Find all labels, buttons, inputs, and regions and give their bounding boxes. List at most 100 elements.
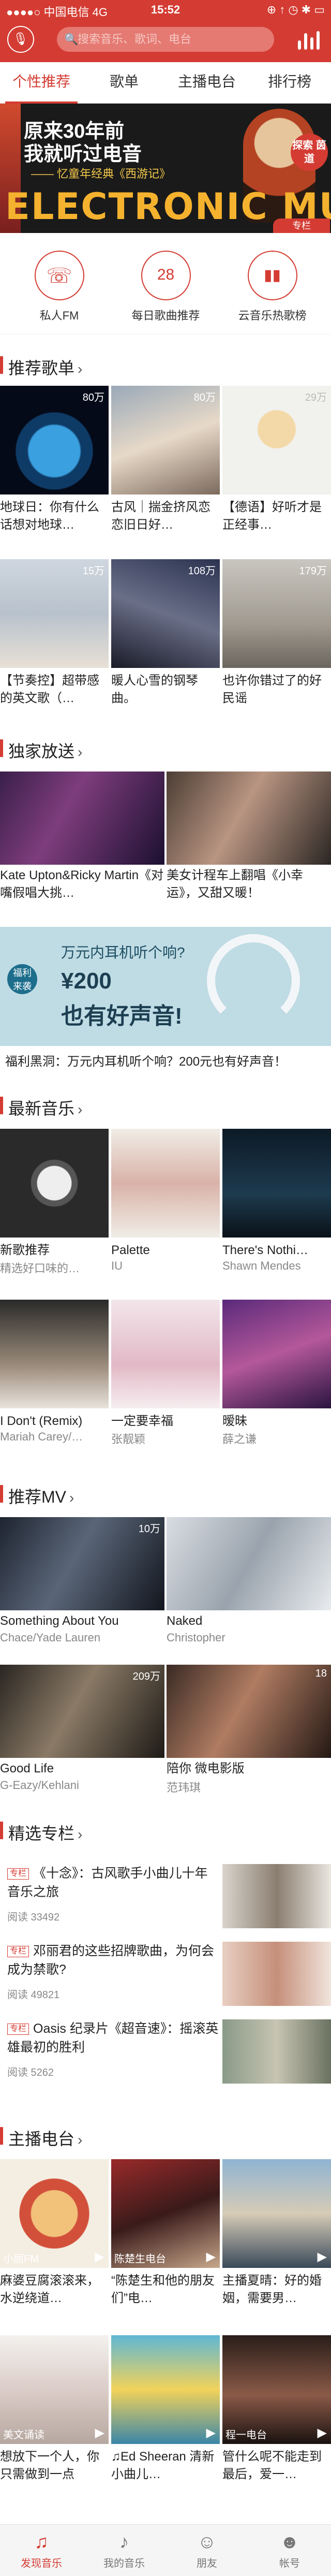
mv-title: Naked: [167, 1614, 203, 1628]
radio-card[interactable]: ▶ 主播夏晴：好的婚姻，需要男…: [222, 2159, 331, 2330]
radio-card[interactable]: ▶ ♫Ed Sheeran 清新小曲儿…: [111, 2335, 220, 2506]
quick-entry-hot[interactable]: ▮▮ 云音乐热歌榜: [217, 251, 327, 323]
promo-banner[interactable]: 原来30年前 我就听过电音 —— 忆童年经典《西游记》 ELECTRONIC M…: [0, 104, 331, 233]
ad-banner[interactable]: 福利 来袭 万元内耳机听个响? ¥200 也有好声音!: [0, 927, 331, 1046]
exclusive-cover: [0, 772, 164, 865]
ad-line3: 也有好声音!: [61, 1003, 183, 1029]
tab-charts[interactable]: 排行榜: [248, 62, 331, 104]
new-music-card[interactable]: 暧昧 薛之谦: [222, 1300, 331, 1465]
play-icon[interactable]: ▶: [206, 2249, 216, 2264]
search-input[interactable]: 🔍 搜索音乐、歌词、电台: [57, 27, 274, 52]
banner-badge: 专栏: [273, 219, 330, 233]
quick-entries: ☏ 私人FM 28 每日歌曲推荐 ▮▮ 云音乐热歌榜: [0, 233, 331, 334]
exclusive-title: Kate Upton&Ricky Martin《对嘴假唱大挑…: [0, 868, 164, 900]
microphone-icon[interactable]: 🎙: [7, 26, 34, 53]
exclusive-card[interactable]: Kate Upton&Ricky Martin《对嘴假唱大挑…: [0, 772, 164, 911]
chevron-right-icon: ›: [78, 1101, 83, 1117]
section-playlists[interactable]: 推荐歌单 ›: [0, 347, 331, 383]
section-marker: [0, 739, 3, 757]
nav-my-music[interactable]: ♪ 我的音乐: [83, 2529, 166, 2570]
nav-friends[interactable]: ☺ 朋友: [166, 2529, 248, 2570]
banner-ribbon: 探索 茵道: [291, 134, 328, 171]
radio-overlay-label: 陈楚生电台: [114, 2253, 166, 2265]
radio-cover: [111, 2335, 220, 2444]
column-item[interactable]: 专栏 《十念》：古风歌手小曲儿十年音乐之旅 阅读 33492: [0, 1859, 331, 1931]
column-item[interactable]: 专栏 邓丽君的这些招牌歌曲，为何会成为禁歌? 阅读 49821: [0, 1937, 331, 2009]
playlist-title: 古风｜揣金挤风恋恋旧日好…: [111, 500, 210, 532]
banner-line2: 我就听过电音: [24, 143, 142, 165]
mv-play-count: 209万: [132, 1671, 160, 1682]
playlist-title: 【节奏控】超带感的英文歌（…: [0, 674, 99, 705]
radio-title: ♫Ed Sheeran 清新小曲儿…: [111, 2450, 215, 2481]
mv-card[interactable]: 10万 Something About You Chace/Yade Laure…: [0, 1517, 164, 1657]
playlist-title: 暖人心雪的钢琴曲。: [111, 674, 198, 705]
new-music-card[interactable]: 一定要幸福 张靓颖: [111, 1300, 220, 1465]
play-count: 108万: [188, 565, 216, 577]
radio-title: “陈楚生和他的朋友们”电…: [111, 2274, 215, 2305]
mv-artist: G-Eazy/Kehlani: [0, 1779, 79, 1792]
tab-playlists[interactable]: 歌单: [83, 62, 166, 104]
radio-card[interactable]: 陈楚生电台 ▶ “陈楚生和他的朋友们”电…: [111, 2159, 220, 2330]
playlist-card[interactable]: 80万 地球日：你有什么话想对地球…: [0, 386, 109, 554]
column-badge: 专栏: [7, 1868, 29, 1880]
playlist-card[interactable]: 108万 暖人心雪的钢琴曲。: [111, 559, 220, 727]
playlist-card[interactable]: 29万 【德语】好听才是正经事…: [222, 386, 331, 554]
section-exclusive[interactable]: 独家放送 ›: [0, 730, 331, 766]
status-icons: ⊕ ↑ ◷ ✱ ▭: [266, 3, 325, 16]
play-icon[interactable]: ▶: [318, 2249, 327, 2264]
chevron-right-icon: ›: [78, 744, 83, 760]
section-radio[interactable]: 主播电台 ›: [0, 2118, 331, 2154]
new-music-card[interactable]: 新歌推荐 精选好口味的…: [0, 1129, 109, 1294]
new-music-cover: [0, 1300, 109, 1408]
radio-title: 主播夏晴：好的婚姻，需要男…: [222, 2274, 322, 2305]
playlist-card[interactable]: 80万 古风｜揣金挤风恋恋旧日好…: [111, 386, 220, 554]
playlist-card[interactable]: 179万 也许你错过了的好民谣: [222, 559, 331, 727]
radio-card[interactable]: 程一电台 ▶ 管什么呢不能走到最后，爱一…: [222, 2335, 331, 2506]
play-count: 179万: [299, 565, 327, 577]
section-columns[interactable]: 精选专栏 ›: [0, 1812, 331, 1849]
mv-title: 陪你 微电影版: [167, 1762, 245, 1775]
nav-discover[interactable]: ♫ 发现音乐: [0, 2529, 83, 2570]
new-music-artist: 张靓颖: [111, 1433, 146, 1446]
section-mv[interactable]: 推荐MV ›: [0, 1476, 331, 1512]
radio-card[interactable]: 小丽FM ▶ 麻婆豆腐滚滚来，水逆绕道…: [0, 2159, 109, 2330]
quick-entry-daily[interactable]: 28 每日歌曲推荐: [111, 251, 221, 323]
chevron-right-icon: ›: [69, 1490, 74, 1506]
play-icon[interactable]: ▶: [206, 2425, 216, 2440]
new-music-card[interactable]: Palette IU: [111, 1129, 220, 1294]
exclusive-card[interactable]: 美女计程车上翻唱《小幸运》，又甜又暖！: [167, 772, 331, 911]
column-item[interactable]: 专栏 Oasis 纪录片《超音速》：摇滚英雄最初的胜利 阅读 5262: [0, 2014, 331, 2087]
radio-card[interactable]: 美文诵读 ▶ 想放下一个人，你只需做到一点: [0, 2335, 109, 2506]
mv-card[interactable]: Naked Christopher: [167, 1517, 331, 1657]
ad-caption[interactable]: 福利黑洞：万元内耳机听个响？200元也有好声音！: [5, 1051, 287, 1069]
section-title: 主播电台: [8, 2130, 75, 2148]
column-thumbnail: [222, 2019, 331, 2084]
section-new-music[interactable]: 最新音乐 ›: [0, 1087, 331, 1124]
play-count: 15万: [82, 565, 104, 577]
play-icon[interactable]: ▶: [95, 2425, 104, 2440]
play-icon[interactable]: ▶: [95, 2249, 104, 2264]
tab-radio[interactable]: 主播电台: [166, 62, 248, 104]
mv-artist: Chace/Yade Lauren: [0, 1631, 101, 1644]
nav-account[interactable]: ☻ 帐号: [248, 2529, 331, 2570]
equalizer-icon[interactable]: [297, 29, 320, 50]
quick-entry-label: 每日歌曲推荐: [131, 309, 200, 322]
playlist-card[interactable]: 15万 【节奏控】超带感的英文歌（…: [0, 559, 109, 727]
new-music-card[interactable]: There's Nothi… Shawn Mendes: [222, 1129, 331, 1294]
section-marker: [0, 1822, 3, 1839]
new-music-title: There's Nothi…: [222, 1243, 308, 1257]
mv-cover: [167, 1665, 331, 1758]
quick-entry-fm[interactable]: ☏ 私人FM: [4, 251, 114, 323]
chevron-right-icon: ›: [78, 361, 83, 377]
play-icon[interactable]: ▶: [318, 2425, 327, 2440]
mv-card[interactable]: 18 陪你 微电影版 范玮琪: [167, 1665, 331, 1804]
mv-card[interactable]: 209万 Good Life G-Eazy/Kehlani: [0, 1665, 164, 1804]
section-marker: [0, 1485, 3, 1503]
exclusive-title: 美女计程车上翻唱《小幸运》，又甜又暖！: [167, 868, 303, 900]
column-read-count: 阅读 49821: [7, 1989, 60, 2001]
search-placeholder: 搜索音乐、歌词、电台: [78, 33, 192, 46]
tab-recommend[interactable]: 个性推荐: [0, 62, 83, 104]
column-badge: 专栏: [7, 2024, 29, 2035]
playlist-title: 【德语】好听才是正经事…: [222, 500, 322, 532]
new-music-card[interactable]: I Don't (Remix) Mariah Carey/…: [0, 1300, 109, 1465]
